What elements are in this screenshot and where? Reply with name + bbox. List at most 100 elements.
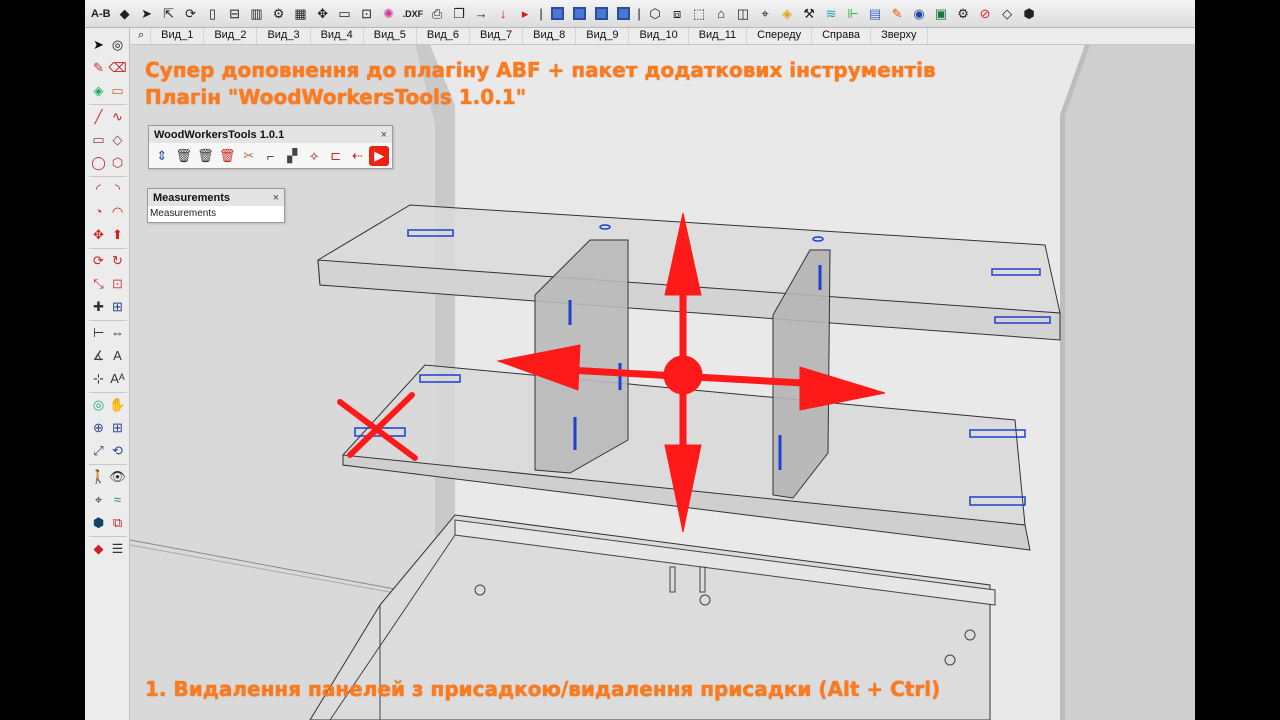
pencil-icon[interactable]: ✎ — [887, 4, 907, 24]
axes-icon[interactable]: ✚ — [90, 298, 107, 315]
rotated-rect-icon[interactable]: ◇ — [109, 131, 126, 148]
line-icon[interactable]: ╱ — [90, 108, 107, 125]
scene-tab-7[interactable]: Вид_7 — [470, 28, 524, 44]
trash-panel-icon[interactable]: 🗑 — [195, 146, 215, 166]
scene-tab-4[interactable]: Вид_4 — [311, 28, 364, 44]
box-side-icon[interactable]: ⬚ — [689, 4, 709, 24]
ab-text-tool[interactable]: A-B — [89, 4, 113, 24]
move-icon[interactable]: ✥ — [313, 4, 333, 24]
component-icon[interactable]: ◈ — [90, 82, 107, 99]
scale-icon[interactable]: ⤡ — [90, 275, 107, 292]
eraser-icon[interactable]: ⌫ — [108, 59, 126, 76]
dimension-icon[interactable]: ⇔ — [109, 324, 126, 341]
move-icon[interactable]: ✥ — [90, 226, 107, 243]
axis-icon[interactable]: ⊹ — [90, 370, 107, 387]
bracket-icon[interactable]: ⌐ — [261, 146, 281, 166]
table-icon[interactable]: ▦ — [291, 4, 311, 24]
paint-icon[interactable]: ✎ — [90, 59, 107, 76]
select-icon[interactable]: ➤ — [90, 36, 107, 53]
tag-strip-icon[interactable]: ▤ — [865, 4, 885, 24]
scene-tab-8[interactable]: Вид_8 — [523, 28, 577, 44]
dxf-export-button[interactable]: .DXF — [401, 4, 426, 24]
arc2-icon[interactable]: ◝ — [109, 180, 126, 197]
push-pull-icon[interactable]: ⬆ — [109, 226, 126, 243]
printer-icon[interactable]: ⎙ — [427, 4, 447, 24]
stripe-icon[interactable]: ▞ — [282, 146, 302, 166]
tape-icon[interactable]: ▭ — [109, 82, 126, 99]
zoom-window-icon[interactable]: ⊞ — [109, 419, 126, 436]
component-cube-icon[interactable]: ⬢ — [1019, 4, 1039, 24]
zoom-icon[interactable]: ⊕ — [90, 419, 107, 436]
scene-tab-2[interactable]: Вид_2 — [204, 28, 258, 44]
box-top-icon[interactable]: ⧈ — [667, 4, 687, 24]
scene-tab-5[interactable]: Вид_5 — [364, 28, 417, 44]
play-icon[interactable]: ▸ — [515, 4, 535, 24]
settings-icon[interactable]: ⚙ — [953, 4, 973, 24]
rectangle-icon[interactable]: ▭ — [335, 4, 355, 24]
camera-icon[interactable]: ◫ — [733, 4, 753, 24]
measurements-input[interactable]: Measurements — [148, 206, 284, 222]
previous-icon[interactable]: ⟲ — [109, 442, 126, 459]
gear-icon[interactable]: ⚙ — [269, 4, 289, 24]
zoom-extents-icon[interactable]: ⤢ — [90, 442, 107, 459]
arrow-down-icon[interactable]: ↓ — [493, 4, 513, 24]
scene-tab-1[interactable]: Вид_1 — [151, 28, 205, 44]
shape-icon[interactable]: ◇ — [997, 4, 1017, 24]
rectangle-icon[interactable]: ▭ — [90, 131, 107, 148]
freehand-icon[interactable]: ∿ — [109, 108, 126, 125]
sandbox-icon[interactable]: ≈ — [109, 491, 126, 508]
trash-red-icon[interactable]: 🗑 — [217, 146, 237, 166]
panel-move-icon[interactable]: ⇕ — [152, 146, 172, 166]
replace-label-icon[interactable]: ⟡ — [304, 146, 324, 166]
arc-icon[interactable]: ◜ — [90, 180, 107, 197]
scene-tab-6[interactable]: Вид_6 — [417, 28, 471, 44]
protractor-icon[interactable]: ∡ — [90, 347, 107, 364]
offset-icon[interactable]: ⊡ — [109, 275, 126, 292]
panel-icon[interactable]: ▯ — [203, 4, 223, 24]
view-back-icon[interactable] — [569, 4, 589, 24]
no-entry-icon[interactable]: ⊘ — [975, 4, 995, 24]
scene-tab-right[interactable]: Справа — [812, 28, 872, 44]
layers-icon[interactable]: ☰ — [109, 540, 126, 557]
three-point-arc-icon[interactable]: ◠ — [109, 203, 126, 220]
scene-search-icon[interactable]: ⌕ — [132, 28, 152, 44]
tag-icon[interactable]: ◆ — [115, 4, 135, 24]
component-icon[interactable]: ◈ — [777, 4, 797, 24]
circle-icon[interactable]: ◯ — [90, 154, 107, 171]
follow-me-icon[interactable]: ↻ — [109, 252, 126, 269]
orbit-icon[interactable]: ⇱ — [159, 4, 179, 24]
arrow-right-icon[interactable]: → — [471, 4, 491, 24]
measurements-panel-title[interactable]: Measurements × — [148, 189, 284, 206]
scene-tab-top[interactable]: Зверху — [871, 28, 928, 44]
iso-icon[interactable]: ⬡ — [645, 4, 665, 24]
orbit-icon[interactable]: ◎ — [90, 396, 107, 413]
select-arrow-icon[interactable]: ➤ — [137, 4, 157, 24]
tool-wrench-icon[interactable]: ✂ — [239, 146, 259, 166]
split-icon[interactable]: ⊟ — [225, 4, 245, 24]
view-left-icon[interactable] — [591, 4, 611, 24]
eye-icon[interactable]: ◉ — [909, 4, 929, 24]
scene-tab-3[interactable]: Вид_3 — [257, 28, 311, 44]
dimension-icon[interactable]: ⊡ — [357, 4, 377, 24]
3d-text-icon[interactable]: Aᴬ — [109, 370, 126, 387]
ruler-icon[interactable]: ⊩ — [843, 4, 863, 24]
look-icon[interactable]: 👁 — [109, 468, 126, 485]
arrow-panel-icon[interactable]: ⇠ — [348, 146, 368, 166]
position-camera-icon[interactable]: ⌖ — [90, 491, 107, 508]
youtube-icon[interactable]: ▶ — [369, 146, 390, 166]
lasso-icon[interactable]: ◎ — [109, 36, 126, 53]
hardware-red-icon[interactable]: ⊏ — [326, 146, 346, 166]
cube-icon[interactable]: ❒ — [449, 4, 469, 24]
excel-icon[interactable]: ▣ — [931, 4, 951, 24]
scene-tab-front[interactable]: Спереду — [747, 28, 813, 44]
woodworkers-tools-panel-title[interactable]: WoodWorkersTools 1.0.1 × — [149, 126, 392, 143]
pan-icon[interactable]: ✋ — [109, 396, 126, 413]
model-viewport[interactable]: Супер доповнення до плагіну ABF + пакет … — [130, 45, 1195, 720]
warehouse-icon[interactable]: ⬢ — [90, 514, 107, 531]
walk-icon[interactable]: 🚶 — [90, 468, 107, 485]
scene-tab-9[interactable]: Вид_9 — [576, 28, 630, 44]
trash-hardware-icon[interactable]: 🗑 — [174, 146, 194, 166]
section-icon[interactable]: ⊞ — [109, 298, 126, 315]
view-right-icon[interactable] — [613, 4, 633, 24]
rotate-icon[interactable]: ⟳ — [181, 4, 201, 24]
